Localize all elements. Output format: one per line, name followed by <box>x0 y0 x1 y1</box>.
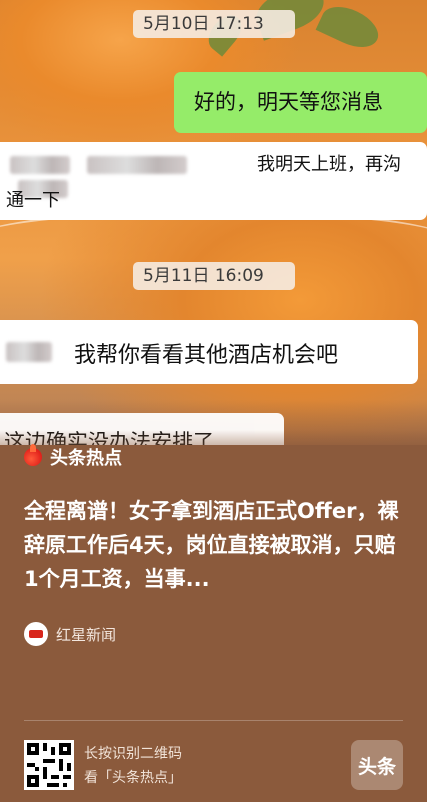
source-logo-icon <box>24 622 48 646</box>
message-text: 我帮你看看其他酒店机会吧 <box>74 343 339 368</box>
message-left-1[interactable]: 我明天上班，再沟 通一下 <box>0 142 427 220</box>
message-text: 我明天上班，再沟 <box>257 154 401 175</box>
blurred-text <box>10 152 248 198</box>
qr-instructions: 长按识别二维码 看「头条热点」 <box>84 742 182 790</box>
qr-line-1: 长按识别二维码 <box>84 746 182 762</box>
divider <box>24 720 403 721</box>
brand-name: 头条热点 <box>50 448 122 469</box>
timestamp-2: 5月11日 16:09 <box>133 262 295 290</box>
app-logo-icon[interactable]: 头条 <box>351 740 403 790</box>
brand-label: 头条热点 <box>24 444 122 469</box>
message-text: 通一下 <box>6 190 60 211</box>
headline[interactable]: 全程离谱！女子拿到酒店正式Offer，裸辞原工作后4天，岗位直接被取消，只赔1个… <box>24 494 404 596</box>
herb-leaf <box>315 0 385 56</box>
qr-code-icon[interactable] <box>24 740 74 790</box>
source: 红星新闻 <box>24 622 116 646</box>
message-left-2[interactable]: 我帮你看看其他酒店机会吧 <box>0 320 418 384</box>
fire-icon <box>24 444 42 466</box>
timestamp-1: 5月10日 17:13 <box>133 10 295 38</box>
blurred-avatar-text <box>6 342 52 362</box>
message-right-1[interactable]: 好的，明天等您消息 <box>174 72 427 133</box>
qr-line-2: 看「头条热点」 <box>84 770 182 786</box>
source-name: 红星新闻 <box>56 625 117 644</box>
